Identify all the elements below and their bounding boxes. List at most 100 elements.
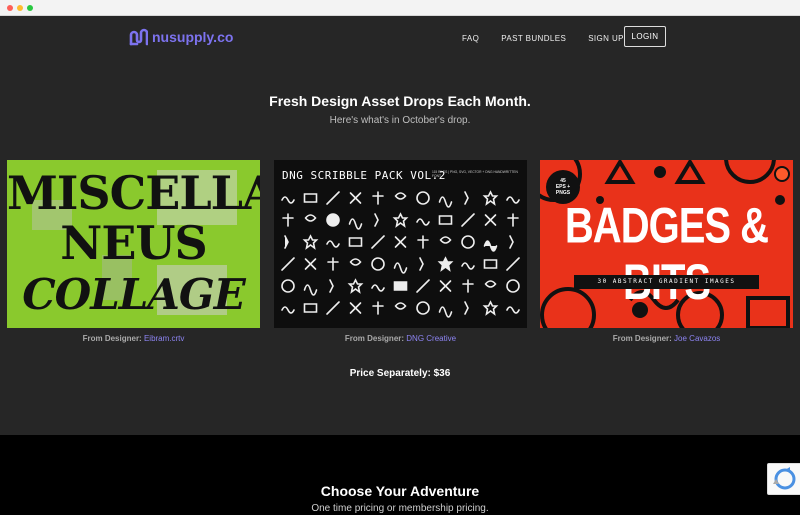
scribble-mark bbox=[462, 279, 474, 293]
designer-link-dng-creative[interactable]: DNG Creative bbox=[406, 334, 456, 343]
scribble-mark bbox=[419, 257, 424, 271]
scribble-mark bbox=[372, 191, 384, 205]
scribble-mark bbox=[484, 280, 497, 288]
scribble-mark bbox=[464, 301, 469, 315]
close-window-icon[interactable] bbox=[7, 5, 13, 11]
scribble-mark bbox=[326, 213, 340, 227]
scribble-mark bbox=[371, 257, 385, 271]
browser-chrome bbox=[0, 0, 800, 16]
scribble-mark bbox=[483, 240, 498, 252]
logo-icon bbox=[129, 28, 148, 46]
scribble-mark bbox=[327, 257, 339, 271]
card1-credit: From Designer: Eibram.crtv bbox=[7, 334, 260, 343]
scribble-mark bbox=[303, 284, 318, 296]
nav-past-bundles[interactable]: PAST BUNDLES bbox=[501, 34, 566, 43]
scribble-mark bbox=[506, 257, 520, 271]
scribble-mark bbox=[509, 235, 514, 249]
scribble-mark bbox=[374, 213, 379, 227]
card1-title-line1: MISCELLA bbox=[7, 166, 260, 220]
scribble-mark bbox=[326, 191, 340, 205]
scribble-mark bbox=[484, 214, 497, 226]
scribble-mark bbox=[438, 196, 453, 208]
scribble-mark bbox=[438, 306, 453, 318]
scribble-mark bbox=[394, 302, 407, 310]
credit-prefix: From Designer: bbox=[82, 334, 142, 343]
main-nav: FAQ PAST BUNDLES SIGN UP bbox=[462, 27, 646, 49]
scribble-mark bbox=[303, 303, 318, 313]
scribble-mark bbox=[349, 258, 362, 266]
scribble-mark bbox=[392, 212, 409, 228]
scribble-mark bbox=[348, 218, 363, 230]
scribble-mark bbox=[281, 196, 295, 204]
scribble-mark bbox=[416, 301, 430, 315]
scribble-mark bbox=[371, 284, 385, 292]
scribble-mark bbox=[371, 235, 385, 249]
product-card-miscellaneus-collage[interactable]: MISCELLA NEUS COLLAGE bbox=[7, 160, 260, 328]
maximize-window-icon[interactable] bbox=[27, 5, 33, 11]
scribble-mark bbox=[464, 191, 469, 205]
scribble-mark bbox=[461, 262, 475, 270]
scribble-mark bbox=[281, 257, 295, 271]
scribble-mark bbox=[281, 279, 295, 293]
card3-tagline: 30 ABSTRACT GRADIENT IMAGES bbox=[574, 275, 759, 289]
scribble-mark bbox=[439, 236, 452, 244]
card3-credit: From Designer: Joe Cavazos bbox=[540, 334, 793, 343]
scribble-mark bbox=[393, 281, 408, 291]
nav-faq[interactable]: FAQ bbox=[462, 34, 479, 43]
scribble-mark bbox=[303, 193, 318, 203]
nav-sign-up[interactable]: SIGN UP bbox=[588, 34, 624, 43]
scribble-mark bbox=[483, 259, 498, 269]
scribble-mark bbox=[326, 301, 340, 315]
card2-title: DNG SCRIBBLE PACK VOL.2 bbox=[282, 169, 446, 182]
scribble-mark bbox=[304, 258, 317, 270]
logo[interactable]: nusupply.co bbox=[128, 27, 233, 47]
badge-format-2: PNGS bbox=[555, 190, 571, 196]
recaptcha-icon bbox=[773, 467, 796, 490]
scribble-mark bbox=[304, 214, 317, 222]
scribble-mark bbox=[326, 240, 340, 248]
product-card-badges-bits[interactable]: 45 EPS + PNGS BADGES & BITS 30 ABSTRACT … bbox=[540, 160, 793, 328]
card2-credit: From Designer: DNG Creative bbox=[274, 334, 527, 343]
scribble-mark bbox=[507, 213, 519, 227]
card1-title-line2: NEUS bbox=[60, 216, 207, 270]
scribble-mark bbox=[506, 279, 520, 293]
scribble-mark bbox=[506, 306, 520, 314]
scribble-mark bbox=[506, 196, 520, 204]
scribble-mark bbox=[282, 213, 294, 227]
scribble-mark bbox=[372, 301, 384, 315]
scribble-mark bbox=[437, 256, 454, 272]
minimize-window-icon[interactable] bbox=[17, 5, 23, 11]
scribble-grid bbox=[281, 190, 520, 318]
scribble-mark bbox=[438, 215, 453, 225]
product-card-scribble-pack[interactable]: DNG SCRIBBLE PACK VOL.2 115 FILES | PNG,… bbox=[274, 160, 527, 328]
page: nusupply.co FAQ PAST BUNDLES SIGN UP LOG… bbox=[0, 16, 800, 515]
scribble-mark bbox=[416, 218, 430, 226]
price-separately: Price Separately: $36 bbox=[349, 368, 451, 379]
credit-prefix: From Designer: bbox=[344, 334, 405, 343]
scribble-mark bbox=[461, 213, 475, 227]
scribble-mark bbox=[348, 237, 363, 247]
scribble-mark bbox=[416, 191, 430, 205]
card3-title: BADGES & BITS bbox=[564, 198, 769, 310]
credit-prefix: From Designer: bbox=[612, 334, 672, 343]
scribble-mark bbox=[461, 235, 475, 249]
hero-title: Fresh Design Asset Drops Each Month. bbox=[269, 93, 531, 109]
designer-link-eibram[interactable]: Eibram.crtv bbox=[144, 334, 184, 343]
scribble-mark bbox=[347, 278, 364, 294]
designer-link-joe-cavazos[interactable]: Joe Cavazos bbox=[674, 334, 720, 343]
scribble-mark bbox=[482, 190, 499, 206]
scribble-mark bbox=[394, 236, 407, 248]
login-button[interactable]: LOGIN bbox=[624, 26, 666, 47]
scribble-mark bbox=[284, 235, 289, 249]
card1-title-line3: COLLAGE bbox=[22, 270, 246, 319]
scribble-mark bbox=[482, 300, 499, 316]
adventure-subtitle: One time pricing or membership pricing. bbox=[311, 503, 489, 514]
scribble-mark bbox=[281, 306, 295, 314]
scribble-mark bbox=[394, 192, 407, 200]
scribble-mark bbox=[417, 235, 429, 249]
hero-subtitle: Here's what's in October's drop. bbox=[329, 115, 471, 126]
card2-tagline: 115 FILES | PNG, SVG, VECTOR + DNG HANDW… bbox=[432, 170, 518, 178]
adventure-title: Choose Your Adventure bbox=[320, 483, 480, 499]
recaptcha-badge[interactable] bbox=[767, 463, 800, 495]
scribble-mark bbox=[329, 279, 334, 293]
